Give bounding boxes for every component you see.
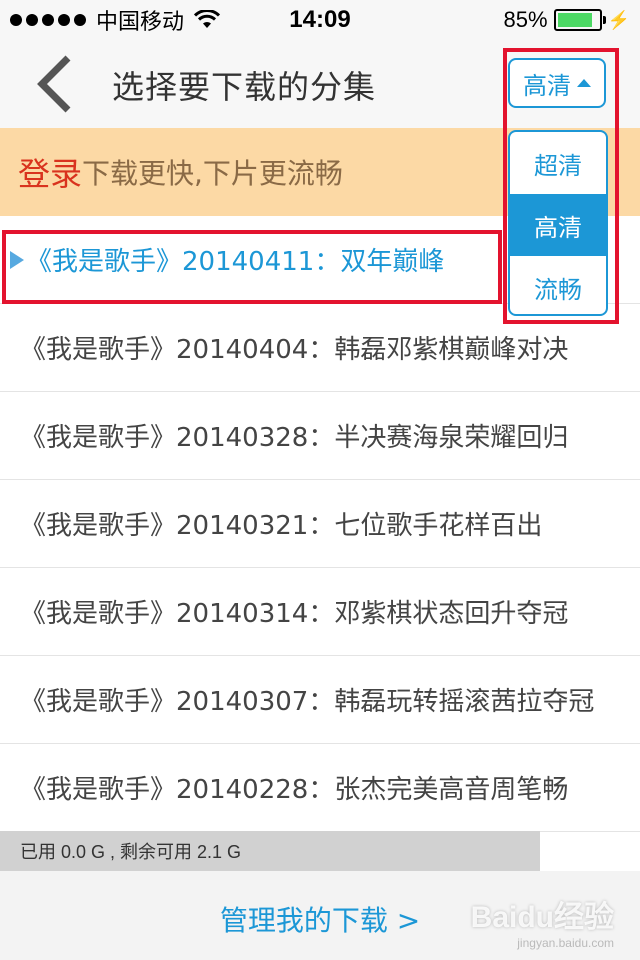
quality-dropdown: 超清 高清 流畅 — [508, 130, 608, 316]
back-button[interactable] — [30, 54, 86, 114]
storage-usage-bar: 已用 0.0 G , 剩余可用 2.1 G — [0, 831, 540, 871]
battery-icon — [553, 9, 606, 31]
login-link[interactable]: 登录 — [18, 149, 82, 195]
episode-row[interactable]: 《我是歌手》20140307：韩磊玩转摇滚茜拉夺冠 — [0, 656, 640, 744]
episode-title: 《我是歌手》20140411：双年巅峰 — [26, 247, 445, 277]
episode-title: 《我是歌手》20140307：韩磊玩转摇滚茜拉夺冠 — [20, 687, 595, 717]
battery-percent: 85% — [503, 7, 548, 32]
episode-row[interactable]: 《我是歌手》20140228：张杰完美高音周笔畅 — [0, 744, 640, 832]
episode-title: 《我是歌手》20140328：半决赛海泉荣耀回归 — [20, 423, 569, 453]
charging-icon: ⚡ — [607, 9, 630, 30]
episode-title: 《我是歌手》20140314：邓紫棋状态回升夺冠 — [20, 599, 569, 629]
nav-bar: 选择要下载的分集 高清 — [0, 40, 640, 128]
episode-row[interactable]: 《我是歌手》20140404：韩磊邓紫棋巅峰对决 — [0, 304, 640, 392]
episode-row[interactable]: 《我是歌手》20140321：七位歌手花样百出 — [0, 480, 640, 568]
quality-option-high[interactable]: 高清 — [510, 194, 606, 256]
episode-row[interactable]: 《我是歌手》20140328：半决赛海泉荣耀回归 — [0, 392, 640, 480]
play-icon — [10, 251, 24, 269]
episode-row[interactable]: 《我是歌手》20140314：邓紫棋状态回升夺冠 — [0, 568, 640, 656]
status-bar: 中国移动 14:09 85% ⚡ — [0, 0, 640, 40]
quality-option-super[interactable]: 超清 — [510, 132, 606, 194]
caret-up-icon — [577, 79, 591, 87]
battery-fill — [557, 13, 592, 27]
chevron-left-icon — [37, 55, 71, 113]
page-title: 选择要下载的分集 — [112, 68, 377, 106]
episode-title: 《我是歌手》20140321：七位歌手花样百出 — [20, 511, 543, 541]
watermark: Baidu经验 jingyan.baidu.com — [471, 892, 614, 950]
episode-title: 《我是歌手》20140228：张杰完美高音周笔畅 — [20, 775, 569, 805]
quality-option-smooth[interactable]: 流畅 — [510, 256, 606, 314]
watermark-logo: Baidu经验 — [470, 901, 614, 934]
watermark-url: jingyan.baidu.com — [517, 936, 614, 950]
storage-text: 已用 0.0 G , 剩余可用 2.1 G — [20, 842, 242, 862]
quality-selected-label: 高清 — [523, 71, 571, 100]
episode-title: 《我是歌手》20140404：韩磊邓紫棋巅峰对决 — [20, 335, 569, 365]
status-right: 85% ⚡ — [504, 6, 630, 34]
banner-text: 下载更快,下片更流畅 — [82, 157, 343, 190]
quality-select-button[interactable]: 高清 — [508, 58, 606, 108]
